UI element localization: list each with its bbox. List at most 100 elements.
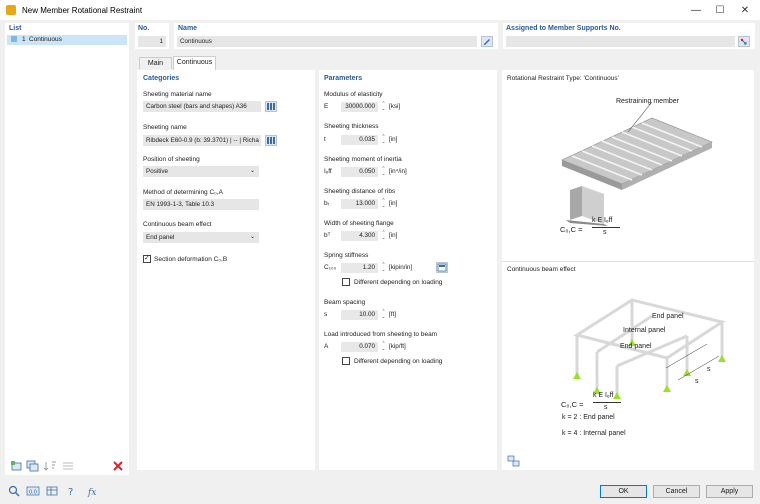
- continuous-beam-illustration: [573, 298, 726, 399]
- new-item-icon[interactable]: [10, 460, 24, 472]
- dimension-s-1: s: [707, 366, 711, 373]
- close-button[interactable]: ✕: [732, 0, 758, 20]
- ribs-symbol: bᵣ: [324, 200, 330, 207]
- ribs-input[interactable]: 13.000: [341, 199, 378, 209]
- load-unit: [kip/ft]: [389, 343, 406, 350]
- name-field[interactable]: Continuous: [177, 36, 477, 47]
- assigned-field[interactable]: [506, 36, 735, 47]
- apply-button[interactable]: Apply: [706, 485, 753, 498]
- function-icon[interactable]: fx: [86, 485, 100, 498]
- spring-calculator-icon[interactable]: [436, 262, 448, 273]
- load-spinner[interactable]: ⌃ ⌄: [380, 342, 387, 352]
- formula-denominator: s: [603, 229, 607, 236]
- position-select[interactable]: Positive ⌄: [143, 166, 259, 177]
- spring-label: Spring stiffness: [324, 252, 369, 259]
- modulus-symbol: E: [324, 103, 329, 110]
- load-input[interactable]: 0.070: [341, 342, 378, 352]
- select-supports-icon[interactable]: [738, 36, 750, 47]
- modulus-spinner[interactable]: ⌃ ⌄: [380, 102, 387, 112]
- modulus-label: Modulus of elasticity: [324, 91, 383, 98]
- tab-continuous[interactable]: Continuous: [173, 56, 216, 70]
- beam-formula-lhs: C₀,C =: [561, 400, 584, 409]
- spacing-spinner[interactable]: ⌃ ⌄: [380, 310, 387, 320]
- delete-icon[interactable]: [111, 460, 125, 472]
- inertia-label: Sheeting moment of inertia: [324, 156, 402, 163]
- ribs-unit: [in]: [389, 200, 398, 207]
- ribs-spinner[interactable]: ⌃ ⌄: [380, 199, 387, 209]
- categories-header: Categories: [143, 75, 180, 82]
- figure-options-icon[interactable]: [507, 455, 521, 467]
- k-internal-panel-text: k = 4 : Internal panel: [562, 430, 626, 437]
- material-library-icon[interactable]: [265, 101, 277, 112]
- svg-text:?: ?: [68, 487, 73, 497]
- inertia-unit: [in⁴/in]: [389, 168, 407, 175]
- beam-effect-title: Continuous beam effect: [507, 266, 576, 273]
- edit-name-icon[interactable]: [481, 36, 493, 47]
- load-symbol: A: [324, 343, 329, 350]
- name-panel: Name Continuous: [174, 23, 498, 49]
- inertia-spinner[interactable]: ⌃ ⌄: [380, 167, 387, 177]
- dimension-s-2: s: [695, 378, 699, 385]
- maximize-button[interactable]: ☐: [707, 0, 733, 20]
- sheeting-material-field[interactable]: Carbon steel (bars and shapes) A36: [143, 101, 261, 112]
- sort-icon[interactable]: [43, 460, 57, 472]
- method-label: Method of determining C₀,A: [143, 189, 224, 196]
- position-label: Position of sheeting: [143, 156, 200, 163]
- categories-panel: Categories Sheeting material name Carbon…: [137, 70, 315, 470]
- beam-formula-numerator: k E Iₑff: [593, 392, 614, 399]
- help-icon[interactable]: ?: [65, 485, 79, 498]
- spring-spinner[interactable]: ⌃ ⌄: [380, 263, 387, 273]
- thickness-unit: [in]: [389, 136, 398, 143]
- spacing-unit: [ft]: [389, 311, 396, 318]
- item-color-icon: [11, 36, 17, 42]
- tab-main[interactable]: Main: [139, 57, 172, 69]
- table-icon[interactable]: [45, 485, 59, 497]
- flange-unit: [in]: [389, 232, 398, 239]
- thickness-input[interactable]: 0.035: [341, 135, 378, 145]
- end-panel-top-label: End panel: [652, 313, 684, 320]
- cancel-button[interactable]: Cancel: [653, 485, 700, 498]
- method-field[interactable]: EN 1993-1-3, Table 10.3: [143, 199, 259, 210]
- units-icon[interactable]: 0.0: [26, 485, 40, 497]
- spacing-label: Beam spacing: [324, 299, 366, 306]
- spring-unit: [kipin/in]: [389, 264, 413, 271]
- copy-item-icon[interactable]: [26, 460, 40, 472]
- load-different-label: Different depending on loading: [354, 358, 443, 365]
- renumber-icon[interactable]: [61, 460, 75, 472]
- modulus-input[interactable]: 30000.000: [341, 102, 378, 112]
- spring-input[interactable]: 1.20: [341, 263, 378, 273]
- chevron-down-icon: ⌄: [249, 168, 255, 174]
- beam-effect-select[interactable]: End panel ⌄: [143, 232, 259, 243]
- flange-label: Width of sheeting flange: [324, 220, 394, 227]
- flange-spinner[interactable]: ⌃ ⌄: [380, 231, 387, 241]
- svg-text:fx: fx: [87, 488, 96, 497]
- search-icon[interactable]: [7, 485, 21, 497]
- spring-symbol: C₁₀₀: [324, 264, 337, 271]
- beam-formula-bar: [593, 402, 621, 403]
- minimize-button[interactable]: —: [683, 0, 709, 20]
- svg-text:0.0: 0.0: [29, 490, 37, 496]
- app-icon: [6, 5, 16, 15]
- inertia-input[interactable]: 0.050: [341, 167, 378, 177]
- chevron-down-icon: ⌄: [249, 234, 255, 240]
- load-different-checkbox[interactable]: [342, 357, 350, 365]
- list-item[interactable]: 1 Continuous: [7, 35, 127, 45]
- modulus-unit: [ksi]: [389, 103, 401, 110]
- flange-input[interactable]: 4.300: [341, 231, 378, 241]
- list-panel: List 1 Continuous: [5, 23, 129, 475]
- divider: [502, 261, 754, 262]
- list-header: List: [9, 25, 22, 32]
- k-end-panel-text: k = 2 : End panel: [562, 414, 615, 421]
- number-field[interactable]: 1: [138, 36, 166, 47]
- spring-different-checkbox[interactable]: [342, 278, 350, 286]
- section-deformation-checkbox[interactable]: [143, 254, 151, 263]
- thickness-spinner[interactable]: ⌃ ⌄: [380, 135, 387, 145]
- sheeting-name-field[interactable]: Ribdeck E60-0.9 (b: 39.3701) | -- | Rich…: [143, 135, 261, 146]
- assigned-label: Assigned to Member Supports No.: [506, 25, 621, 32]
- spacing-input[interactable]: 10.00: [341, 310, 378, 320]
- thickness-label: Sheeting thickness: [324, 123, 379, 130]
- sheeting-library-icon[interactable]: [265, 135, 277, 146]
- list-item-name: Continuous: [29, 36, 62, 43]
- ok-button[interactable]: OK: [600, 485, 647, 498]
- load-label: Load introduced from sheeting to beam: [324, 331, 438, 338]
